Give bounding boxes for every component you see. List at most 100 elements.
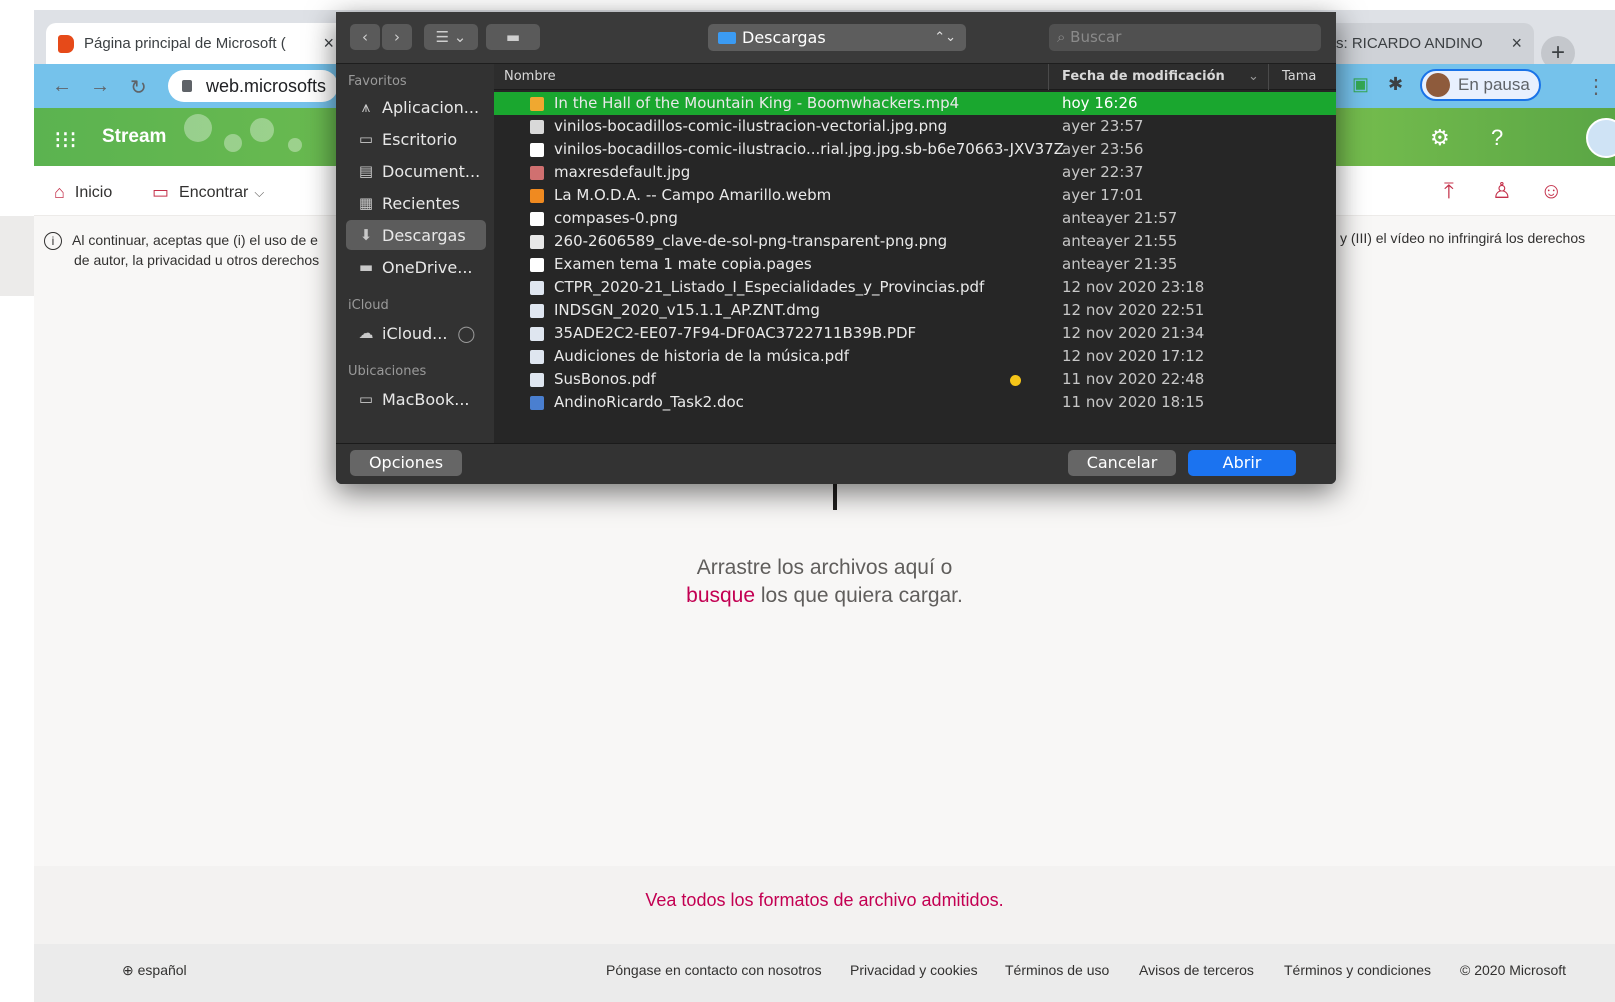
yellow-tag-icon <box>1010 375 1021 386</box>
file-date: anteayer 21:57 <box>1062 209 1178 227</box>
file-row[interactable]: Examen tema 1 mate copia.pages anteayer … <box>494 253 1336 276</box>
cloud-icon: ☁ <box>358 324 374 342</box>
file-date: 12 nov 2020 17:12 <box>1062 347 1205 365</box>
browse-link[interactable]: busque <box>686 584 755 607</box>
sync-progress-icon: ◯ <box>457 323 476 343</box>
file-name: CTPR_2020-21_Listado_I_Especialidades_y_… <box>554 278 985 296</box>
location-popup[interactable]: Descargas ⌃⌄ <box>708 24 966 51</box>
supported-formats-link[interactable]: Vea todos los formatos de archivo admiti… <box>34 890 1615 911</box>
file-open-dialog: ‹ › ☰ ⌄ ▬ Descargas ⌃⌄ ⌕ Buscar Favorito… <box>336 12 1336 484</box>
help-question-icon[interactable]: ? <box>1491 125 1503 151</box>
upload-icon[interactable]: ⤒ <box>1444 178 1454 204</box>
file-row[interactable]: 35ADE2C2-EE07-7F94-DF0AC3722711B39B.PDF … <box>494 322 1336 345</box>
back-arrow-icon[interactable]: ← <box>52 75 72 98</box>
profile-paused-button[interactable]: En pausa <box>1420 69 1541 101</box>
notice-line-1: Al continuar, aceptas que (i) el uso de … <box>72 232 318 248</box>
updown-chevron-icon: ⌃⌄ <box>934 30 956 45</box>
file-row[interactable]: 260-2606589_clave-de-sol-png-transparent… <box>494 230 1336 253</box>
nav-label: Inicio <box>74 183 113 201</box>
file-row[interactable]: vinilos-bocadillos-comic-ilustracion-vec… <box>494 115 1336 138</box>
footer-link-privacy[interactable]: Privacidad y cookies <box>850 962 978 978</box>
person-icon[interactable]: ♙ <box>1492 178 1512 204</box>
footer-link-terms-of-use[interactable]: Términos de uso <box>1005 962 1109 978</box>
extension-icon[interactable]: ▣ <box>1352 74 1369 95</box>
file-date: hoy 16:26 <box>1062 94 1138 112</box>
chevron-down-icon: ⌵ <box>254 184 265 200</box>
back-chevron-icon[interactable]: ‹ <box>350 24 380 50</box>
location-label: Descargas <box>742 28 826 47</box>
file-name: compases-0.png <box>554 209 678 227</box>
browser-menu-icon[interactable]: ⋮ <box>1586 74 1606 99</box>
new-folder-icon[interactable]: ▬ <box>486 24 540 50</box>
word-file-icon <box>530 396 544 410</box>
user-avatar[interactable] <box>1586 118 1615 158</box>
sidebar-item-recents[interactable]: ▦ Recientes <box>346 188 486 218</box>
forward-arrow-icon[interactable]: → <box>90 75 110 98</box>
cancel-button[interactable]: Cancelar <box>1068 450 1176 476</box>
forward-chevron-icon[interactable]: › <box>382 24 412 50</box>
open-button[interactable]: Abrir <box>1188 450 1296 476</box>
sidebar-item-macbook[interactable]: ▭ MacBook... <box>346 384 486 414</box>
puzzle-extensions-icon[interactable]: ✱ <box>1388 74 1403 95</box>
sidebar-item-desktop[interactable]: ▭ Escritorio <box>346 124 486 154</box>
file-date: ayer 17:01 <box>1062 186 1144 204</box>
column-name[interactable]: Nombre <box>504 69 556 84</box>
file-row[interactable]: AndinoRicardo_Task2.doc 11 nov 2020 18:1… <box>494 391 1336 414</box>
file-name: Audiciones de historia de la música.pdf <box>554 347 850 365</box>
file-row[interactable]: Audiciones de historia de la música.pdf … <box>494 345 1336 368</box>
language-selector[interactable]: ⊕ español <box>122 962 187 979</box>
close-tab-icon[interactable]: × <box>1511 33 1522 54</box>
decorative-bubble <box>288 138 302 152</box>
file-row[interactable]: compases-0.png anteayer 21:57 <box>494 207 1336 230</box>
reload-icon[interactable]: ↻ <box>130 75 147 100</box>
file-date: ayer 22:37 <box>1062 163 1144 181</box>
column-size[interactable]: Tama <box>1282 69 1316 84</box>
app-launcher-icon[interactable]: ⁝⁝⁝ <box>54 126 77 155</box>
tab-microsoft-home[interactable]: Página principal de Microsoft ( × <box>46 23 346 64</box>
address-bar[interactable]: web.microsofts <box>168 70 338 102</box>
sidebar-item-label: Document... <box>382 161 481 181</box>
folder-icon <box>718 32 736 44</box>
view-mode-list-icon[interactable]: ☰ ⌄ <box>424 24 478 50</box>
app-name[interactable]: Stream <box>102 126 166 148</box>
file-row[interactable]: vinilos-bocadillos-comic-ilustracio...ri… <box>494 138 1336 161</box>
footer-link-terms-conditions[interactable]: Términos y condiciones <box>1284 962 1431 978</box>
file-name: vinilos-bocadillos-comic-ilustracion-vec… <box>554 117 948 135</box>
dialog-search-field[interactable]: ⌕ Buscar <box>1049 24 1321 51</box>
column-date[interactable]: Fecha de modificación <box>1062 69 1225 84</box>
sidebar-item-onedrive[interactable]: ▬ OneDrive... <box>346 252 486 282</box>
sidebar-item-label: MacBook... <box>382 389 470 409</box>
file-row[interactable]: La M.O.D.A. -- Campo Amarillo.webm ayer … <box>494 184 1336 207</box>
file-row[interactable]: SusBonos.pdf 11 nov 2020 22:48 <box>494 368 1336 391</box>
file-date: 11 nov 2020 18:15 <box>1062 393 1205 411</box>
office-icon <box>58 34 74 53</box>
sidebar-item-downloads[interactable]: ⬇ Descargas <box>346 220 486 250</box>
sidebar-item-documents[interactable]: ▤ Document... <box>346 156 486 186</box>
profile-label: En pausa <box>1458 75 1530 94</box>
file-row[interactable]: INDSGN_2020_v15.1.1_AP.ZNT.dmg 12 nov 20… <box>494 299 1336 322</box>
nav-discover[interactable]: ▭ Encontrar ⌵ <box>152 182 264 203</box>
file-row[interactable]: maxresdefault.jpg ayer 22:37 <box>494 161 1336 184</box>
nav-home[interactable]: ⌂ Inicio <box>54 182 112 203</box>
file-date: anteayer 21:35 <box>1062 255 1178 273</box>
tab-ricardo-andino[interactable]: s: RICARDO ANDINO × <box>1324 23 1534 64</box>
vlc-file-icon <box>530 189 544 203</box>
file-row[interactable]: In the Hall of the Mountain King - Boomw… <box>494 92 1336 115</box>
options-button[interactable]: Opciones <box>350 450 462 476</box>
info-icon: i <box>44 232 62 250</box>
footer-link-contact[interactable]: Póngase en contacto con nosotros <box>606 962 822 978</box>
sidebar-item-label: iCloud... <box>382 323 448 343</box>
file-name: INDSGN_2020_v15.1.1_AP.ZNT.dmg <box>554 301 820 319</box>
language-label: español <box>137 962 187 978</box>
close-tab-icon[interactable]: × <box>323 33 334 54</box>
footer-link-third-party[interactable]: Avisos de terceros <box>1139 962 1254 978</box>
file-row[interactable]: CTPR_2020-21_Listado_I_Especialidades_y_… <box>494 276 1336 299</box>
settings-gear-icon[interactable]: ⚙ <box>1430 125 1450 151</box>
feedback-smile-icon[interactable]: ☺ <box>1540 178 1562 204</box>
sidebar-item-applications[interactable]: ⩚ Aplicacion... <box>346 92 486 122</box>
decorative-bubble <box>224 134 242 152</box>
sidebar-item-icloud-drive[interactable]: ☁ iCloud... ◯ <box>346 318 486 348</box>
sidebar-item-label: Descargas <box>382 225 466 245</box>
notice-right-text: y (III) el vídeo no infringirá los derec… <box>1340 230 1586 246</box>
lock-icon <box>182 80 192 92</box>
